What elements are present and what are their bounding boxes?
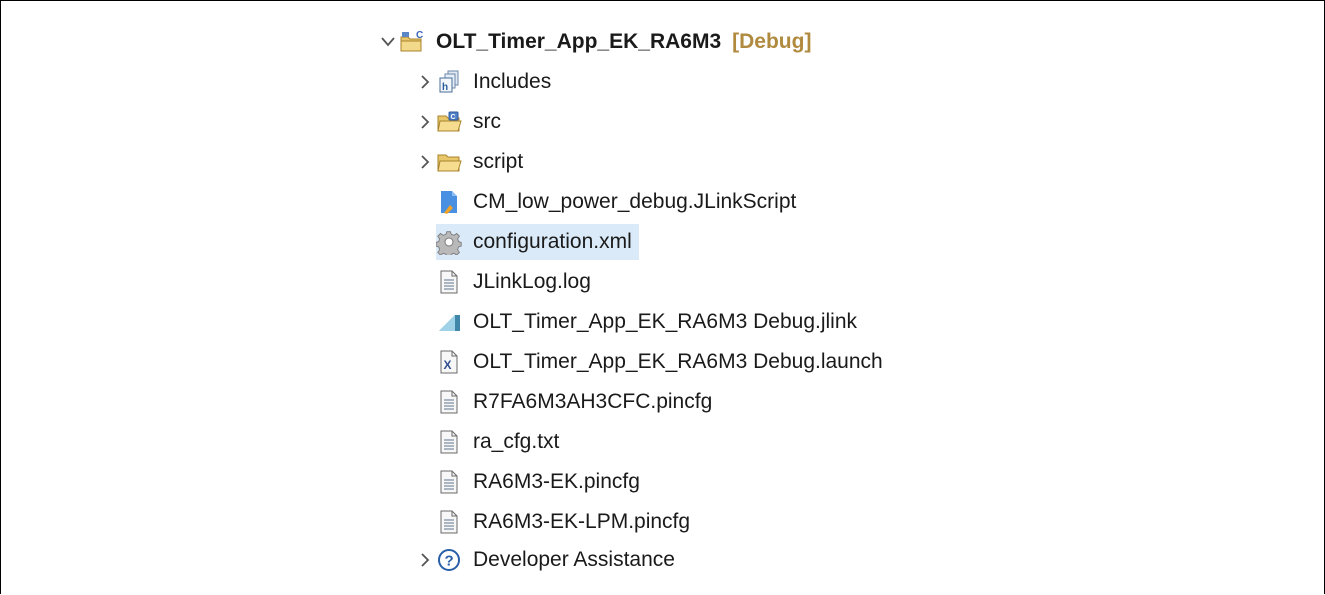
svg-text:h: h (442, 82, 448, 93)
svg-text:C: C (416, 30, 423, 41)
chevron-down-icon[interactable] (377, 24, 399, 60)
tree-item-label: script (473, 150, 524, 173)
text-file-icon (436, 429, 462, 455)
tree-item-includes[interactable]: h Includes (414, 64, 554, 100)
tree-item-label: Developer Assistance (473, 548, 675, 571)
build-config-decoration: [Debug] (732, 30, 812, 53)
svg-text:?: ? (445, 553, 454, 570)
selection-highlight: configuration.xml (436, 224, 639, 260)
script-file-icon (436, 189, 462, 215)
chevron-right-icon[interactable] (414, 542, 436, 578)
tree-item-jlinklog[interactable]: JLinkLog.log (436, 264, 594, 300)
tree-item-src[interactable]: C src (414, 104, 504, 140)
tree-item-ra6m3-ek-lpm-pincfg[interactable]: RA6M3-EK-LPM.pincfg (436, 504, 693, 540)
text-file-icon (436, 389, 462, 415)
tree-item-label: R7FA6M3AH3CFC.pincfg (473, 390, 713, 413)
c-project-icon: C (399, 29, 425, 55)
project-tree: C OLT_Timer_App_EK_RA6M3 [Debug] h Inclu… (0, 0, 1325, 595)
text-file-icon (436, 469, 462, 495)
launch-file-icon: X (436, 349, 462, 375)
tree-item-label: ra_cfg.txt (473, 430, 560, 453)
tree-item-label: OLT_Timer_App_EK_RA6M3 Debug.jlink (473, 310, 858, 333)
svg-text:X: X (444, 358, 452, 372)
tree-item-ra-cfg[interactable]: ra_cfg.txt (436, 424, 562, 460)
text-file-icon (436, 509, 462, 535)
tree-item-script[interactable]: script (414, 144, 526, 180)
folder-icon (436, 149, 462, 175)
tree-item-r7fa6m3-pincfg[interactable]: R7FA6M3AH3CFC.pincfg (436, 384, 715, 420)
tree-item-configuration-xml[interactable]: configuration.xml (436, 224, 639, 260)
text-file-icon (436, 269, 462, 295)
tree-item-debug-launch[interactable]: X OLT_Timer_App_EK_RA6M3 Debug.launch (436, 344, 886, 380)
tree-item-debug-jlink[interactable]: OLT_Timer_App_EK_RA6M3 Debug.jlink (436, 304, 860, 340)
tree-item-label: configuration.xml (473, 230, 632, 253)
tree-item-label: RA6M3-EK-LPM.pincfg (473, 510, 691, 533)
tree-item-label: OLT_Timer_App_EK_RA6M3 Debug.launch (473, 350, 883, 373)
source-folder-icon: C (436, 109, 462, 135)
chevron-right-icon[interactable] (414, 144, 436, 180)
tree-root-label: OLT_Timer_App_EK_RA6M3 (436, 30, 722, 53)
gear-icon (436, 229, 462, 255)
tree-item-label: RA6M3-EK.pincfg (473, 470, 640, 493)
chevron-right-icon[interactable] (414, 104, 436, 140)
tree-item-ra6m3-ek-pincfg[interactable]: RA6M3-EK.pincfg (436, 464, 643, 500)
jlink-file-icon (436, 309, 462, 335)
tree-item-developer-assistance[interactable]: ? Developer Assistance (414, 542, 678, 578)
includes-icon: h (436, 69, 462, 95)
chevron-right-icon[interactable] (414, 64, 436, 100)
tree-item-label: src (473, 110, 501, 133)
svg-text:C: C (451, 114, 456, 121)
tree-root[interactable]: C OLT_Timer_App_EK_RA6M3 [Debug] (377, 24, 811, 60)
tree-item-label: JLinkLog.log (473, 270, 591, 293)
help-icon: ? (436, 547, 462, 573)
tree-item-jlinkscript[interactable]: CM_low_power_debug.JLinkScript (436, 184, 799, 220)
tree-item-label: CM_low_power_debug.JLinkScript (473, 190, 797, 213)
tree-item-label: Includes (473, 70, 552, 93)
